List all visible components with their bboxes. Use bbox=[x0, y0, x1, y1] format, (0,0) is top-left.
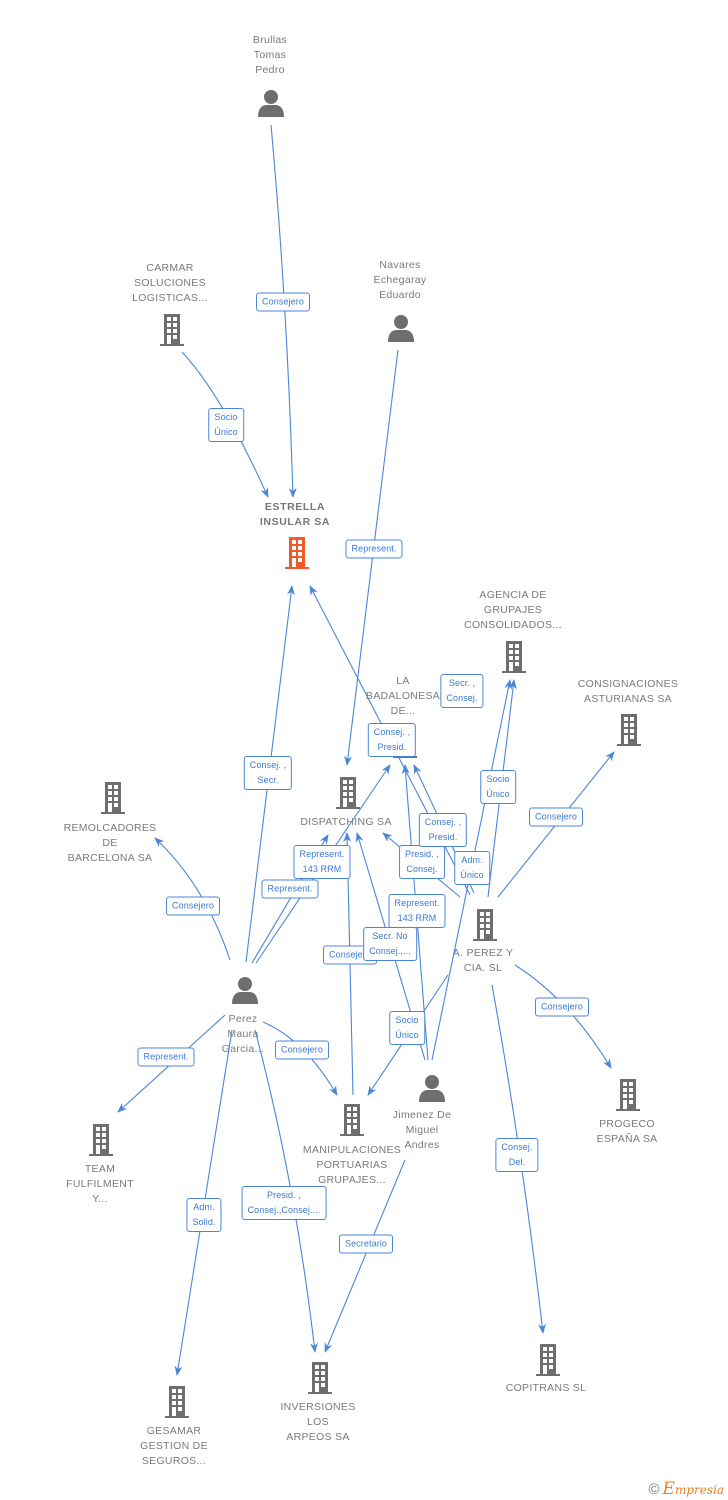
edge-label: Consejero bbox=[166, 896, 220, 916]
building-icon[interactable] bbox=[308, 1362, 332, 1394]
building-icon[interactable] bbox=[536, 1344, 560, 1376]
edge-label: Represent. bbox=[345, 539, 403, 559]
edge-label: Presid. , Consej. bbox=[399, 845, 445, 879]
node-label-company[interactable]: PROGECO ESPAÑA SA bbox=[557, 1117, 697, 1147]
node-label-company[interactable]: REMOLCADORES DE BARCELONA SA bbox=[40, 821, 180, 866]
edge-label: Consejero bbox=[275, 1040, 329, 1060]
person-icon[interactable] bbox=[418, 1074, 446, 1102]
edge-label: Consej. , Presid. bbox=[418, 813, 468, 847]
node-label-company[interactable]: INVERSIONES LOS ARPEOS SA bbox=[248, 1400, 388, 1445]
network-diagram: Brullas Tomas Pedro CARMAR SOLUCIONES LO… bbox=[0, 0, 728, 1500]
node-label-company[interactable]: A. PEREZ Y CIA. SL bbox=[413, 946, 553, 976]
edge-label: Represent. 143 RRM bbox=[293, 845, 351, 879]
edge-label: Socio Único bbox=[208, 408, 244, 442]
edge-label: Presid. , Consej.,Consej.... bbox=[241, 1186, 327, 1220]
person-icon[interactable] bbox=[387, 314, 415, 342]
node-label-company[interactable]: AGENCIA DE GRUPAJES CONSOLIDADOS... bbox=[443, 588, 583, 633]
node-label-focus-company[interactable]: ESTRELLA INSULAR SA bbox=[225, 500, 365, 530]
building-icon[interactable] bbox=[616, 1079, 640, 1111]
building-icon[interactable] bbox=[165, 1386, 189, 1418]
edge-label: Secr. No Consej.,... bbox=[363, 927, 417, 961]
edge-label: Adm. Único bbox=[454, 851, 490, 885]
edge-label: Consejero bbox=[535, 997, 589, 1017]
edge-line bbox=[514, 964, 612, 1069]
brand-initial: E bbox=[662, 1479, 675, 1499]
building-icon[interactable] bbox=[617, 714, 641, 746]
edge-label: Socio Único bbox=[389, 1011, 425, 1045]
node-label-company[interactable]: CARMAR SOLUCIONES LOGISTICAS... bbox=[100, 261, 240, 306]
edge-label: Represent. bbox=[137, 1047, 195, 1067]
edge-label: Consej. , Secr. bbox=[243, 756, 293, 790]
brand-name: mpresia bbox=[674, 1483, 724, 1497]
edge-label: Consej. Del. bbox=[495, 1138, 539, 1172]
node-label-company[interactable]: CONSIGNACIONES ASTURIANAS SA bbox=[558, 677, 698, 707]
node-label-person[interactable]: Brullas Tomas Pedro bbox=[200, 33, 340, 78]
building-icon[interactable] bbox=[473, 909, 497, 941]
node-label-person[interactable]: Jimenez De Miguel Andres bbox=[352, 1108, 492, 1153]
edge-label: Consej. , Presid. bbox=[367, 723, 417, 757]
node-label-person[interactable]: Navares Echegaray Eduardo bbox=[330, 258, 470, 303]
building-icon[interactable] bbox=[89, 1124, 113, 1156]
edge-label: Socio Único bbox=[480, 770, 516, 804]
building-icon[interactable] bbox=[101, 782, 125, 814]
edge-label: Adm. Solid. bbox=[186, 1198, 222, 1232]
edge-line bbox=[324, 1159, 406, 1353]
copyright-symbol: © bbox=[648, 1481, 660, 1498]
edge-label: Consejero bbox=[256, 292, 310, 312]
person-icon[interactable] bbox=[231, 976, 259, 1004]
node-label-company[interactable]: DISPATCHING SA bbox=[276, 815, 416, 830]
building-icon[interactable] bbox=[160, 314, 184, 346]
building-icon[interactable] bbox=[336, 777, 360, 809]
edge-label: Represent. 143 RRM bbox=[388, 894, 446, 928]
edge-label: Consejero bbox=[529, 807, 583, 827]
edge-label: Represent. bbox=[261, 879, 319, 899]
node-label-company[interactable]: GESAMAR GESTION DE SEGUROS... bbox=[104, 1424, 244, 1469]
edge-label: Secretario bbox=[338, 1234, 394, 1254]
node-label-company[interactable]: TEAM FULFILMENT Y... bbox=[30, 1162, 170, 1207]
building-icon[interactable] bbox=[502, 641, 526, 673]
edge-layer bbox=[117, 124, 615, 1376]
footer-brand: © Empresia bbox=[648, 1479, 724, 1499]
node-label-company[interactable]: COPITRANS SL bbox=[476, 1381, 616, 1396]
building-icon-highlighted[interactable] bbox=[285, 537, 309, 569]
edge-label: Secr. , Consej. bbox=[440, 674, 484, 708]
brand-logo[interactable]: Empresia bbox=[663, 1479, 724, 1499]
person-icon[interactable] bbox=[257, 89, 285, 117]
